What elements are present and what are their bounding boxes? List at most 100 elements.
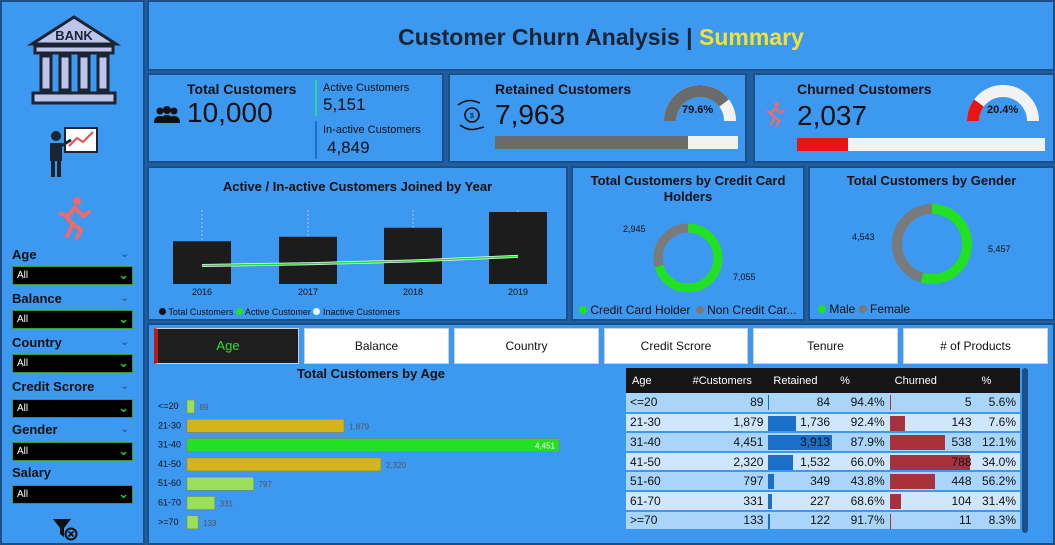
year-chart-legend: Total Customers Active Customer Inactive… (159, 307, 400, 317)
cell-customers: 331 (686, 490, 768, 512)
table-row[interactable]: 61-70 331 227 68.6% 104 31.4% (626, 490, 1020, 512)
bar-age-<=20[interactable] (186, 399, 195, 414)
cell-churned-value: 448 (951, 474, 972, 489)
table-row[interactable]: 21-30 1,879 1,736 92.4% 143 7.6% (626, 412, 1020, 434)
gender-label-female: 4,543 (852, 232, 875, 242)
tab-balance[interactable]: Balance (304, 328, 449, 364)
data-label: 133 (203, 519, 217, 528)
retained-gauge-label: 79.6% (682, 104, 714, 116)
y-tick-label: 41-50 (158, 459, 181, 469)
age-chart-title: Total Customers by Age (296, 366, 446, 381)
x-tick-label: 2018 (403, 287, 423, 297)
tab-age[interactable]: Age (154, 328, 299, 364)
bar-age-51-60[interactable] (186, 476, 254, 491)
cell-retained-value: 3,913 (800, 434, 831, 449)
legend-dot (313, 308, 321, 315)
cell-retained: 349 (767, 471, 835, 492)
inactive-customers-value: 4,849 (327, 138, 370, 157)
table-row[interactable]: 41-50 2,320 1,532 66.0% 788 34.0% (626, 451, 1020, 473)
bar-age-61-70[interactable] (186, 496, 215, 510)
retained-data-bar (768, 454, 794, 470)
runner-icon (59, 197, 91, 240)
tab-credit-score[interactable]: Credit Scrore (604, 328, 748, 364)
col-retained-pct[interactable]: % (834, 368, 889, 393)
chevron-down-icon[interactable]: ⌄ (120, 379, 129, 392)
bar-age->=70[interactable] (186, 515, 199, 530)
bar-age-41-50[interactable] (186, 457, 382, 472)
bar-age-21-30[interactable] (186, 419, 345, 433)
retained-data-bar (768, 395, 770, 410)
legend-active: Active Customer (244, 307, 311, 317)
credit-chart-legend: Credit Card Holder Non Credit Car... (579, 303, 796, 317)
table-row[interactable]: 31-40 4,451 3,913 87.9% 538 12.1% (626, 432, 1020, 453)
bar-total-2019[interactable] (489, 212, 547, 284)
churned-progress-fill (797, 138, 848, 151)
cell-churned-value: 11 (959, 513, 972, 528)
data-label: 89 (199, 403, 208, 412)
legend-non-credit: Non Credit Car... (707, 303, 797, 317)
age-select[interactable]: All ⌄ (12, 266, 133, 285)
retained-progress-fill (495, 136, 689, 149)
col-age[interactable]: Age (626, 368, 687, 393)
credit-score-select-value: All (17, 403, 29, 414)
people-icon (154, 106, 180, 123)
chevron-down-icon[interactable]: ⌄ (120, 422, 129, 435)
gender-select[interactable]: All ⌄ (12, 442, 133, 461)
age-bar-chart: <=20 89 21-30 1,879 31-40 4,451 41-50 2,320 51-6… (158, 399, 560, 530)
tab-tenure[interactable]: Tenure (753, 328, 898, 364)
clear-filter-icon[interactable] (52, 517, 78, 541)
table-scrollbar[interactable] (1022, 368, 1028, 533)
bar-total-2017[interactable] (279, 236, 337, 284)
chevron-down-icon[interactable]: ⌄ (120, 291, 129, 304)
tab-num-products[interactable]: # of Products (903, 328, 1048, 364)
cell-churned-value: 538 (951, 434, 972, 449)
chevron-down-icon: ⌄ (118, 267, 129, 282)
age-table-body: <=20 89 84 94.4% 5 5.6% 21-30 1,879 1,736 92.4% 14… (626, 393, 1020, 532)
churned-data-bar (889, 415, 905, 431)
cell-customers: 797 (686, 471, 768, 492)
runner-icon (766, 101, 785, 127)
cell-age: 21-30 (626, 412, 687, 434)
country-select[interactable]: All ⌄ (12, 354, 133, 373)
table-row[interactable]: >=70 133 122 91.7% 11 8.3% (626, 510, 1020, 532)
credit-card-chart-card: Total Customers by Credit Card Holders 2… (571, 166, 805, 321)
cell-retained-pct: 43.8% (834, 471, 889, 492)
chevron-down-icon: ⌄ (118, 311, 129, 326)
table-row[interactable]: <=20 89 84 94.4% 5 5.6% (626, 393, 1020, 414)
table-row[interactable]: 51-60 797 349 43.8% 448 56.2% (626, 471, 1020, 492)
cell-retained: 227 (767, 490, 835, 512)
year-chart-card: Active / In-active Customers Joined by Y… (147, 166, 568, 321)
bar-age-31-40[interactable] (186, 438, 560, 452)
balance-select-value: All (17, 314, 29, 325)
cell-retained-pct: 68.6% (834, 490, 889, 512)
chevron-down-icon[interactable]: ⌄ (120, 247, 129, 260)
chevron-down-icon: ⌄ (118, 355, 129, 370)
retained-customers-title: Retained Customers (495, 81, 632, 97)
cell-customers: 4,451 (686, 432, 768, 453)
col-customers[interactable]: #Customers (686, 368, 768, 393)
churned-gauge-label: 20.4% (987, 104, 1019, 116)
salary-select[interactable]: All ⌄ (12, 485, 133, 504)
cell-age: 51-60 (626, 471, 687, 492)
balance-select[interactable]: All ⌄ (12, 310, 133, 329)
legend-dot (235, 308, 243, 315)
gender-donut (892, 204, 972, 284)
bar-total-2018[interactable] (384, 227, 442, 284)
bar-total-2016[interactable] (173, 241, 231, 284)
cell-churned: 104 (888, 490, 976, 512)
churned-customers-title: Churned Customers (797, 81, 932, 97)
total-customers-title: Total Customers (187, 81, 297, 97)
col-retained[interactable]: Retained (767, 368, 835, 393)
filter-label-age: Age (12, 247, 37, 262)
col-churned[interactable]: Churned (888, 368, 976, 393)
cell-retained-pct: 92.4% (834, 412, 889, 434)
credit-score-select[interactable]: All ⌄ (12, 399, 133, 418)
cell-retained-value: 1,736 (800, 415, 831, 430)
cell-retained-value: 84 (816, 395, 831, 410)
col-churned-pct[interactable]: % (975, 368, 1020, 393)
cell-retained: 122 (767, 510, 835, 532)
tab-country[interactable]: Country (454, 328, 599, 364)
chevron-down-icon[interactable]: ⌄ (120, 335, 129, 348)
cell-age: 41-50 (626, 451, 687, 473)
filter-label-salary: Salary (12, 465, 52, 480)
